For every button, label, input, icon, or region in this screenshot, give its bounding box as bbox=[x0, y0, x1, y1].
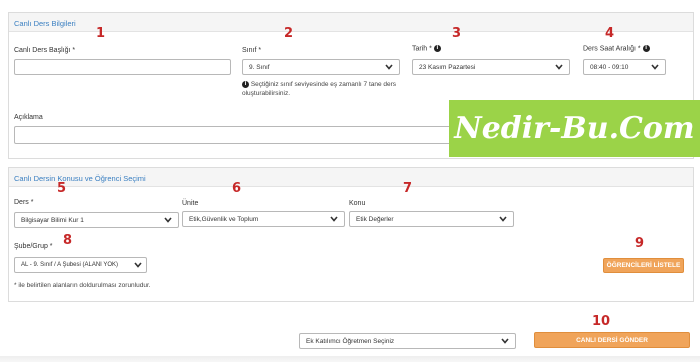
topic-student-title: Canlı Dersin Konusu ve Öğrenci Seçimi bbox=[14, 174, 146, 183]
time-select[interactable]: 08:40 - 09:10 bbox=[583, 59, 666, 75]
required-note: * ile belirtilen alanların doldurulması … bbox=[14, 282, 151, 289]
chevron-down-icon bbox=[555, 64, 563, 70]
class-select-value: 9. Sınıf bbox=[249, 63, 270, 71]
topic-select-value: Etik Değerler bbox=[356, 215, 394, 223]
lesson-info-title: Canlı Ders Bilgileri bbox=[14, 19, 76, 28]
bottom-divider bbox=[0, 356, 700, 362]
branch-select[interactable]: AL - 9. Sınıf / A Şubesi (ALANI YOK) bbox=[14, 257, 147, 273]
callout-7: 7 bbox=[403, 181, 413, 196]
lesson-title-input[interactable] bbox=[14, 59, 231, 75]
date-label-text: Tarih * bbox=[412, 45, 432, 53]
watermark-text: Nedir-Bu.Com bbox=[454, 111, 695, 146]
unit-label: Ünite bbox=[182, 200, 199, 207]
watermark: Nedir-Bu.Com bbox=[449, 100, 700, 157]
teacher-select-placeholder: Ek Katılımcı Öğretmen Seçiniz bbox=[306, 337, 395, 345]
chevron-down-icon bbox=[651, 64, 659, 70]
date-label: Tarih * i bbox=[412, 45, 441, 52]
callout-9: 9 bbox=[635, 236, 645, 251]
chevron-down-icon bbox=[501, 338, 509, 344]
list-students-button[interactable]: ÖĞRENCİLERİ LİSTELE bbox=[603, 258, 684, 273]
lesson-info-header: Canlı Ders Bilgileri bbox=[9, 13, 693, 32]
teacher-select[interactable]: Ek Katılımcı Öğretmen Seçiniz bbox=[299, 333, 516, 349]
time-label: Ders Saat Aralığı * i bbox=[583, 45, 650, 52]
callout-2: 2 bbox=[284, 26, 294, 41]
send-lesson-button[interactable]: CANLI DERSİ GÖNDER bbox=[534, 332, 690, 348]
chevron-down-icon bbox=[499, 216, 507, 222]
unit-select-value: Etik,Güvenlik ve Toplum bbox=[189, 215, 259, 223]
time-label-text: Ders Saat Aralığı * bbox=[583, 45, 641, 53]
lesson-title-label: Canlı Ders Başlığı * bbox=[14, 47, 76, 54]
class-note-text: Seçtiğiniz sınıf seviyesinde eş zamanlı … bbox=[242, 81, 397, 97]
callout-3: 3 bbox=[452, 26, 462, 41]
info-icon: i bbox=[642, 45, 650, 52]
callout-1: 1 bbox=[96, 26, 106, 41]
class-note: i Seçtiğiniz sınıf seviyesinde eş zamanl… bbox=[242, 80, 402, 98]
info-icon: i bbox=[242, 80, 249, 88]
topic-label: Konu bbox=[349, 200, 366, 207]
callout-4: 4 bbox=[605, 26, 615, 41]
description-label: Açıklama bbox=[14, 114, 43, 121]
course-label: Ders * bbox=[14, 199, 34, 206]
callout-10: 10 bbox=[592, 314, 611, 329]
unit-select[interactable]: Etik,Güvenlik ve Toplum bbox=[182, 211, 345, 227]
info-icon: i bbox=[433, 45, 441, 52]
callout-8: 8 bbox=[63, 233, 73, 248]
course-select[interactable]: Bilgisayar Bilimi Kur 1 bbox=[14, 212, 179, 228]
class-select[interactable]: 9. Sınıf bbox=[242, 59, 400, 75]
chevron-down-icon bbox=[164, 217, 172, 223]
course-select-value: Bilgisayar Bilimi Kur 1 bbox=[21, 216, 84, 224]
chevron-down-icon bbox=[134, 262, 142, 268]
date-select[interactable]: 23 Kasım Pazartesi bbox=[412, 59, 570, 75]
date-select-value: 23 Kasım Pazartesi bbox=[419, 63, 476, 71]
callout-5: 5 bbox=[57, 181, 67, 196]
class-label: Sınıf * bbox=[242, 47, 262, 54]
branch-select-value: AL - 9. Sınıf / A Şubesi (ALANI YOK) bbox=[21, 262, 119, 268]
topic-select[interactable]: Etik Değerler bbox=[349, 211, 514, 227]
topic-student-header: Canlı Dersin Konusu ve Öğrenci Seçimi bbox=[9, 168, 693, 187]
callout-6: 6 bbox=[232, 181, 242, 196]
branch-label: Şube/Grup * bbox=[14, 243, 53, 250]
chevron-down-icon bbox=[330, 216, 338, 222]
time-select-value: 08:40 - 09:10 bbox=[590, 63, 629, 71]
chevron-down-icon bbox=[385, 64, 393, 70]
